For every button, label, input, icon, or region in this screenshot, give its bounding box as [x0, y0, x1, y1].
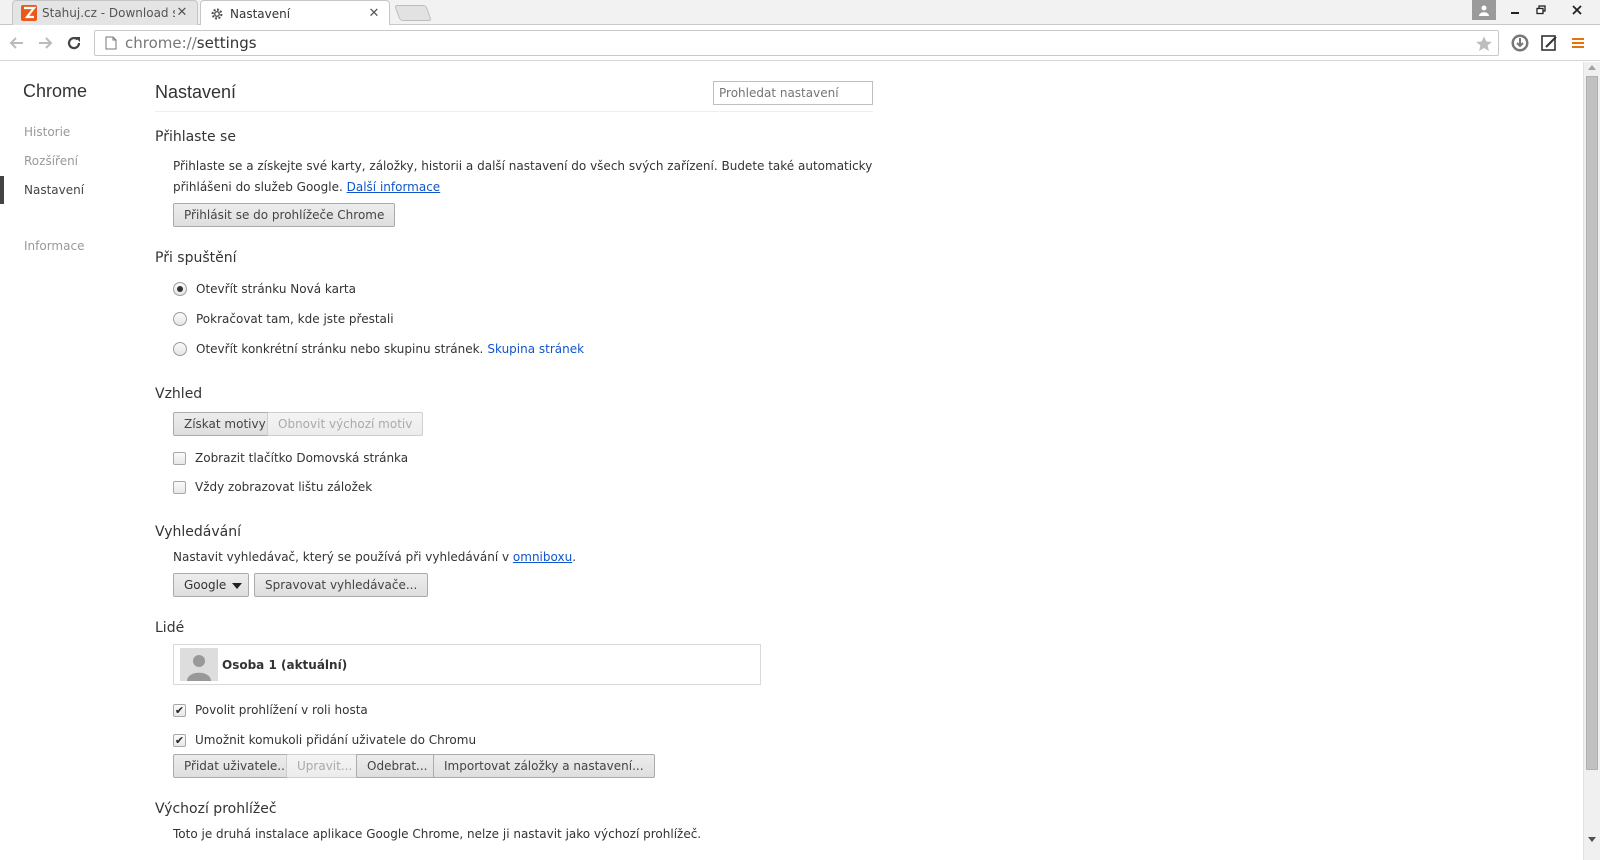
settings-page: Nastavení Přihlaste se Přihlaste se a zí…	[155, 62, 1555, 860]
close-window-icon[interactable]	[1554, 0, 1600, 20]
section-title-default-browser: Výchozí prohlížeč	[155, 801, 277, 817]
window-controls	[1472, 0, 1600, 20]
sidebar-title: Chrome	[23, 81, 88, 101]
user-profile-icon[interactable]	[1472, 0, 1496, 20]
bookmark-star-icon[interactable]	[1474, 34, 1494, 54]
section-title-startup: Při spuštění	[155, 250, 237, 266]
remove-user-button[interactable]: Odebrat...	[356, 754, 439, 778]
tab-settings[interactable]: Nastavení ✕	[200, 0, 390, 26]
page-icon	[103, 35, 119, 51]
scroll-up-arrow-icon[interactable]	[1588, 65, 1596, 70]
manage-search-engines-button[interactable]: Spravovat vyhledávače...	[254, 573, 429, 597]
show-home-button-option[interactable]: Zobrazit tlačítko Domovská stránka	[173, 451, 408, 465]
omnibox-link[interactable]: omniboxu	[513, 550, 572, 564]
forward-arrow-icon[interactable]	[34, 32, 56, 54]
default-browser-description: Toto je druhá instalace aplikace Google …	[173, 827, 702, 841]
omnibox[interactable]: chrome://settings	[94, 30, 1499, 56]
edit-note-extension-icon[interactable]	[1538, 32, 1560, 54]
section-title-search: Vyhledávání	[155, 524, 241, 540]
minimize-icon[interactable]	[1502, 0, 1528, 20]
profile-name: Osoba 1 (aktuální)	[222, 657, 348, 672]
sidebar: Chrome Historie Rozšíření Nastavení Info…	[0, 62, 140, 860]
restore-icon[interactable]	[1528, 0, 1554, 20]
close-tab-icon[interactable]: ✕	[367, 6, 381, 21]
radio-unselected[interactable]	[173, 312, 187, 326]
edit-user-button[interactable]: Upravit...	[286, 754, 364, 778]
sidebar-item-settings[interactable]: Nastavení	[24, 183, 84, 197]
search-settings-input[interactable]	[713, 81, 873, 105]
checkbox-unchecked[interactable]	[173, 480, 186, 494]
tab-title: Stahuj.cz - Download sha	[42, 6, 175, 20]
startup-option-pages[interactable]: Otevřít konkrétní stránku nebo skupinu s…	[173, 342, 584, 356]
show-bookmarks-bar-option[interactable]: Vždy zobrazovat lištu záložek	[173, 480, 372, 494]
radio-selected[interactable]	[173, 282, 187, 296]
gear-icon	[209, 6, 225, 22]
reload-icon[interactable]	[63, 32, 85, 54]
url-text: chrome://settings	[125, 34, 257, 52]
new-tab-button[interactable]	[394, 5, 432, 21]
tab-strip: Stahuj.cz - Download sha ✕ Nastavení ✕	[0, 0, 1600, 26]
search-description: Nastavit vyhledávač, který se používá př…	[173, 550, 577, 564]
scroll-thumb[interactable]	[1586, 76, 1598, 770]
signin-description: Přihlaste se a získejte své karty, zálož…	[173, 159, 873, 194]
section-title-people: Lidé	[155, 620, 185, 636]
sidebar-item-extensions[interactable]: Rozšíření	[24, 154, 78, 168]
checkbox-unchecked[interactable]	[173, 451, 186, 465]
startup-option-newtab[interactable]: Otevřít stránku Nová karta	[173, 282, 356, 296]
radio-unselected[interactable]	[173, 342, 187, 356]
profile-entry[interactable]: Osoba 1 (aktuální)	[180, 648, 347, 681]
sidebar-selection-marker	[0, 176, 4, 204]
dropdown-arrow-icon	[232, 583, 242, 589]
sidebar-item-about[interactable]: Informace	[24, 239, 84, 253]
toolbar: chrome://settings	[0, 25, 1600, 61]
add-person-option[interactable]: ✔ Umožnit komukoli přidání uživatele do …	[173, 733, 476, 747]
startup-option-continue[interactable]: Pokračovat tam, kde jste přestali	[173, 312, 394, 326]
tab-title: Nastavení	[230, 6, 291, 21]
download-extension-icon[interactable]	[1509, 32, 1531, 54]
section-title-appearance: Vzhled	[155, 386, 203, 402]
sidebar-item-history[interactable]: Historie	[24, 125, 70, 139]
set-pages-link[interactable]: Skupina stránek	[487, 342, 584, 356]
divider	[155, 111, 873, 112]
section-title-signin: Přihlaste se	[155, 129, 236, 145]
profile-list[interactable]: Osoba 1 (aktuální)	[173, 644, 761, 685]
checkbox-checked[interactable]: ✔	[173, 733, 186, 747]
add-user-button[interactable]: Přidat uživatele...	[173, 754, 300, 778]
close-tab-icon[interactable]: ✕	[175, 6, 189, 20]
import-bookmarks-button[interactable]: Importovat záložky a nastavení...	[433, 754, 655, 778]
guest-browsing-option[interactable]: ✔ Povolit prohlížení v roli hosta	[173, 703, 368, 717]
scrollbar[interactable]	[1583, 62, 1600, 860]
learn-more-link[interactable]: Další informace	[347, 180, 441, 194]
back-arrow-icon[interactable]	[6, 32, 28, 54]
reset-theme-button[interactable]: Obnovit výchozí motiv	[267, 412, 424, 436]
menu-icon[interactable]	[1567, 32, 1589, 54]
avatar-icon	[180, 648, 218, 681]
stahuj-logo-icon	[21, 5, 37, 21]
get-themes-button[interactable]: Získat motivy	[173, 412, 277, 436]
page-title: Nastavení	[155, 82, 237, 102]
scroll-down-arrow-icon[interactable]	[1588, 837, 1596, 842]
signin-button[interactable]: Přihlásit se do prohlížeče Chrome	[173, 203, 396, 227]
checkbox-checked[interactable]: ✔	[173, 703, 186, 717]
tab-stahuj[interactable]: Stahuj.cz - Download sha ✕	[12, 0, 198, 25]
search-engine-select[interactable]: Google	[173, 573, 249, 597]
